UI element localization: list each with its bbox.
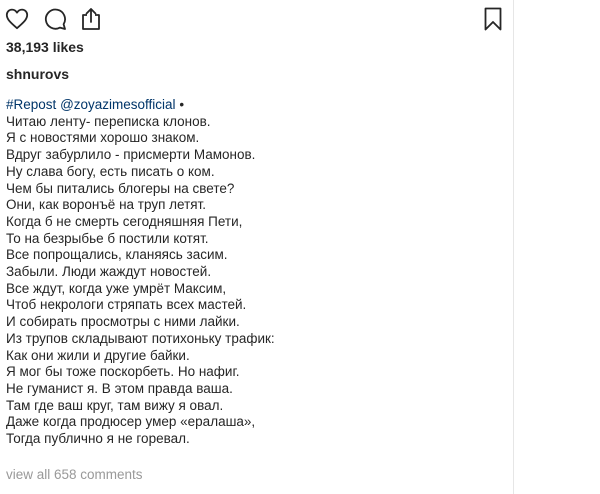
heart-icon — [5, 8, 29, 30]
caption-line: То на безрыбье б постили котят. — [6, 230, 209, 246]
action-bar — [3, 7, 505, 31]
caption-line: Там где ваш круг, там вижу я овал. — [6, 397, 224, 413]
likes-count[interactable]: 38,193 likes — [6, 39, 84, 55]
caption-line: Тогда публично я не горевал. — [6, 431, 190, 447]
caption-line: Ну слава богу, есть писать о ком. — [6, 163, 215, 179]
caption-line: Из трупов складывают потихоньку трафик: — [6, 330, 275, 346]
caption-line: Не гуманист я. В этом правда ваша. — [6, 380, 233, 396]
caption-line: Вдруг забурлило - присмерти Мамонов. — [6, 147, 256, 163]
post-panel: 38,193 likes shnurovs #Repost @zoyazimes… — [0, 0, 514, 494]
bookmark-icon — [484, 7, 502, 31]
caption-line: Чтоб некрологи стряпать всех мастей. — [6, 297, 247, 313]
caption-bullet: • — [175, 97, 185, 112]
like-button[interactable] — [5, 7, 29, 31]
caption-line: Они, как воронъё на труп летят. — [6, 197, 206, 213]
caption-line: Я мог бы тоже поскорбеть. Но нафиг. — [6, 364, 240, 380]
caption-line: Все попрощались, кланяясь засим. — [6, 247, 228, 263]
caption-line: Даже когда продюсер умер «ералаша», — [6, 414, 256, 430]
post-caption: #Repost @zoyazimesofficial • Читаю ленту… — [6, 97, 506, 448]
caption-line: Забыли. Люди жаждут новостей. — [6, 264, 212, 280]
caption-line: И собирать просмотры с ними лайки. — [6, 314, 240, 330]
comment-icon — [44, 8, 66, 30]
caption-line: Когда б не смерть сегодняшняя Пети, — [6, 213, 243, 229]
save-button[interactable] — [481, 7, 505, 31]
share-button[interactable] — [79, 7, 103, 31]
caption-line: Чем бы питались блогеры на свете? — [6, 180, 235, 196]
caption-first-line: #Repost @zoyazimesofficial • — [6, 97, 506, 114]
caption-line: Все ждут, когда уже умрёт Максим, — [6, 280, 227, 296]
caption-line: Я с новостями хорошо знаком. — [6, 130, 200, 146]
comment-button[interactable] — [43, 7, 67, 31]
hashtag-link[interactable]: #Repost — [6, 97, 56, 112]
post-author[interactable]: shnurovs — [6, 66, 69, 82]
mention-link[interactable]: @zoyazimesofficial — [60, 97, 176, 112]
share-icon — [82, 8, 100, 30]
view-all-comments-link[interactable]: view all 658 comments — [6, 467, 143, 482]
caption-line: Как они жили и другие байки. — [6, 347, 190, 363]
caption-line: Читаю ленту- переписка клонов. — [6, 113, 211, 129]
